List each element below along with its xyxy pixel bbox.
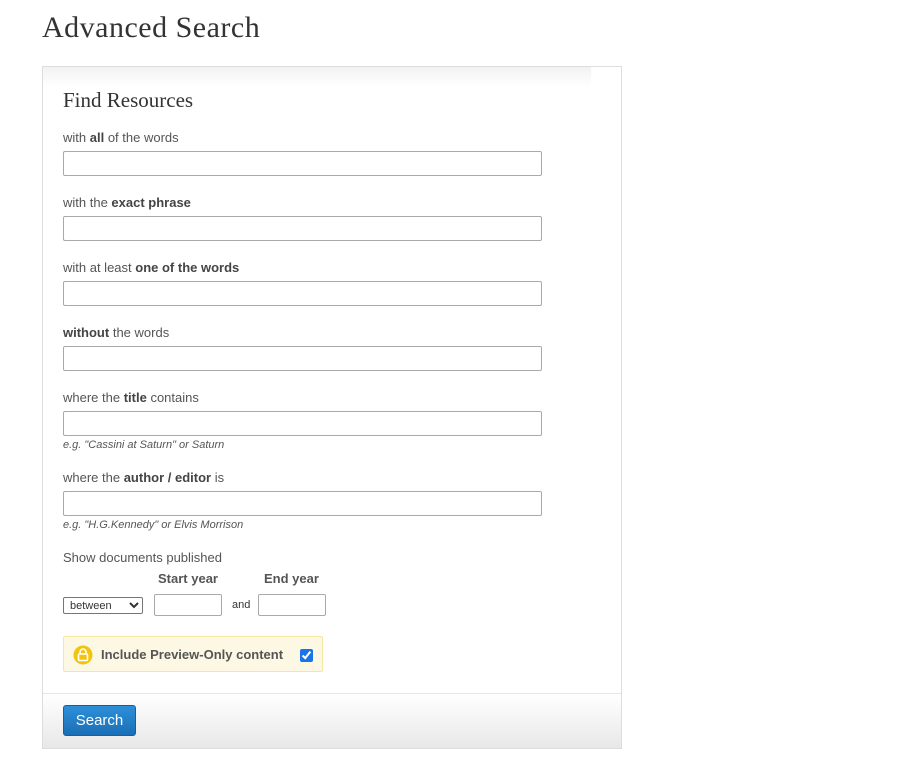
- preview-only-box: Include Preview-Only content: [63, 636, 323, 672]
- author-editor-input[interactable]: [63, 491, 542, 516]
- title-hint: e.g. "Cassini at Saturn" or Saturn: [63, 439, 225, 451]
- without-words-input[interactable]: [63, 346, 542, 371]
- author-hint: e.g. "H.G.Kennedy" or Elvis Morrison: [63, 519, 244, 531]
- end-year-input[interactable]: [258, 594, 326, 616]
- search-panel: Find Resources with all of the words wit…: [42, 66, 622, 749]
- exact-phrase-input[interactable]: [63, 216, 542, 241]
- end-year-label: End year: [264, 571, 319, 586]
- all-words-input[interactable]: [63, 151, 542, 176]
- exact-phrase-label: with the exact phrase: [63, 195, 191, 210]
- start-year-input[interactable]: [154, 594, 222, 616]
- panel-title: Find Resources: [63, 88, 194, 112]
- preview-only-label: Include Preview-Only content: [101, 647, 284, 662]
- published-label: Show documents published: [63, 550, 222, 565]
- title-contains-label: where the title contains: [63, 390, 199, 405]
- one-of-words-label: with at least one of the words: [63, 260, 240, 275]
- search-button[interactable]: Search: [63, 705, 136, 736]
- start-year-label: Start year: [158, 571, 218, 586]
- without-words-label: without the words: [63, 325, 170, 340]
- all-words-label: with all of the words: [63, 130, 179, 145]
- panel-top-shading: [43, 67, 591, 87]
- page-title: Advanced Search: [42, 11, 261, 44]
- one-of-words-input[interactable]: [63, 281, 542, 306]
- date-range-select[interactable]: between: [63, 597, 143, 614]
- lock-icon: [73, 645, 93, 665]
- and-label: and: [232, 599, 251, 611]
- author-editor-label: where the author / editor is: [63, 470, 225, 485]
- preview-only-checkbox[interactable]: [300, 649, 313, 662]
- panel-footer: Search: [43, 693, 621, 748]
- title-contains-input[interactable]: [63, 411, 542, 436]
